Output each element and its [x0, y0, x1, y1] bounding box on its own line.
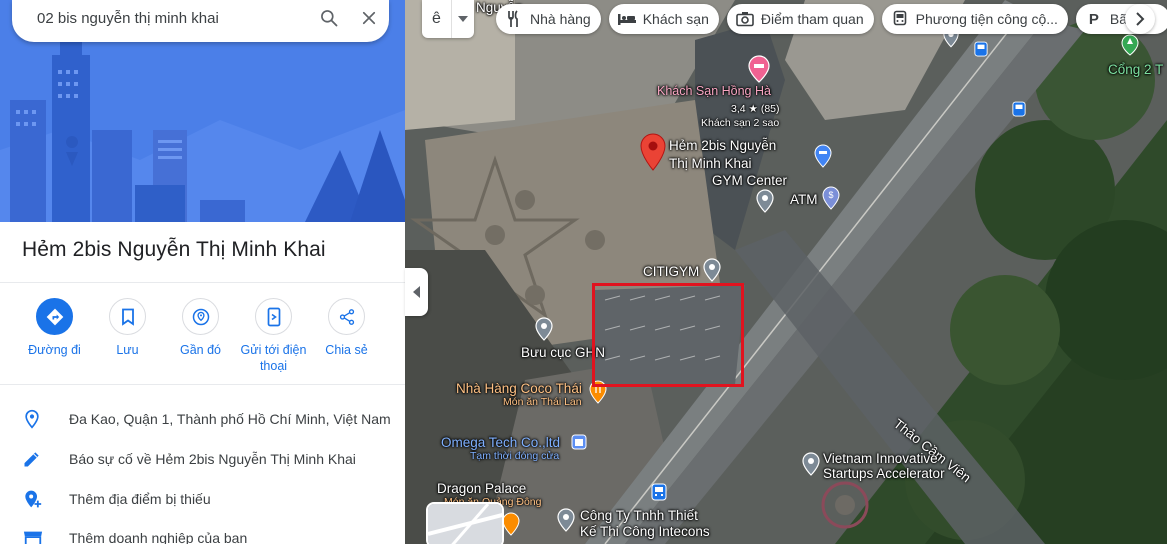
- layer-icon[interactable]: ê: [422, 0, 452, 38]
- place-panel: 02 bis nguyễn thị minh khai Hẻm 2bis Ngu…: [0, 0, 405, 544]
- chip-label: Khách sạn: [642, 11, 709, 27]
- address-row[interactable]: Đa Kao, Quận 1, Thành phố Hồ Chí Minh, V…: [0, 399, 405, 439]
- chip-transit[interactable]: Phương tiện công cộ...: [881, 4, 1068, 34]
- add-location-icon: [0, 488, 69, 510]
- send-to-phone-label: Gửi tới điện thoại: [240, 343, 307, 373]
- add-business-row[interactable]: Thêm doanh nghiệp của bạn: [0, 518, 405, 544]
- map-label-selected-place-2[interactable]: Thị Minh Khai: [669, 156, 752, 171]
- highlight-box: [592, 283, 744, 387]
- svg-text:$: $: [828, 190, 833, 200]
- send-to-phone-icon: [255, 298, 292, 335]
- report-row[interactable]: Báo sự cố về Hẻm 2bis Nguyễn Thị Minh Kh…: [0, 439, 405, 479]
- bus-stop-icon[interactable]: [974, 41, 988, 62]
- bus-stop-icon[interactable]: [1012, 101, 1026, 122]
- chevron-left-icon: [412, 286, 420, 298]
- nearby-label: Gần đó: [179, 343, 221, 357]
- divider: [0, 282, 405, 283]
- transit-icon: [890, 9, 910, 29]
- action-bar: Đường đi Lưu Gần đó Gửi tới điện thoại C…: [18, 298, 393, 374]
- directions-label: Đường đi: [28, 343, 81, 357]
- close-icon[interactable]: [349, 0, 389, 38]
- map-label-omega[interactable]: Omega Tech Co.,ltd: [441, 435, 560, 450]
- chip-attractions[interactable]: Điểm tham quan: [726, 4, 874, 34]
- search-icon[interactable]: [309, 0, 349, 38]
- camera-icon: [735, 9, 755, 29]
- search-box[interactable]: 02 bis nguyễn thị minh khai: [12, 0, 389, 42]
- bus-stop-icon[interactable]: [651, 483, 667, 506]
- map-label-coco-thai[interactable]: Nhà Hàng Coco Thái: [456, 381, 582, 396]
- layer-control[interactable]: ê: [422, 0, 474, 38]
- post-office-pin-icon[interactable]: [535, 317, 553, 346]
- map-label-omega-sub: Tạm thời đóng cửa: [470, 450, 560, 462]
- report-text: Báo sự cố về Hẻm 2bis Nguyễn Thị Minh Kh…: [69, 451, 356, 467]
- layers-thumbnail[interactable]: [426, 502, 504, 544]
- add-business-text: Thêm doanh nghiệp của bạn: [69, 530, 248, 544]
- map-label-intecons-2[interactable]: Kế Thi Công Intecons: [580, 524, 710, 539]
- map-label-hotel[interactable]: Khách Sạn Hồng Hà: [657, 85, 771, 98]
- nearby-button[interactable]: Gần đó: [164, 298, 237, 374]
- storefront-icon: [0, 528, 69, 544]
- map-label-selected-place[interactable]: Hẻm 2bis Nguyễn: [669, 138, 776, 153]
- save-label: Lưu: [116, 343, 139, 357]
- place-pin-icon[interactable]: [756, 189, 774, 218]
- chip-hotels[interactable]: Khách sạn: [608, 4, 719, 34]
- category-chips: Nhà hàng Khách sạn Điểm tham quan Phương…: [496, 4, 1167, 34]
- send-to-phone-button[interactable]: Gửi tới điện thoại: [237, 298, 310, 374]
- map-label-hotel-rating: 3,4 ★ (85): [731, 103, 780, 115]
- add-place-text: Thêm địa điểm bị thiếu: [69, 491, 211, 507]
- chip-label: Nhà hàng: [530, 11, 591, 27]
- location-pin-icon: [0, 408, 69, 430]
- park-pin-icon[interactable]: [1121, 34, 1139, 61]
- chevron-down-icon[interactable]: [452, 0, 474, 38]
- chip-label: Điểm tham quan: [760, 11, 864, 27]
- atm-pin-icon[interactable]: $: [822, 186, 840, 215]
- bookmark-icon: [109, 298, 146, 335]
- share-icon: [328, 298, 365, 335]
- directions-icon: [36, 298, 73, 335]
- map-label-vn-innovative[interactable]: Vietnam Innovative: [823, 451, 938, 466]
- selected-place-pin-icon[interactable]: [640, 133, 666, 176]
- share-label: Chia sẻ: [325, 343, 368, 357]
- business-pin-icon[interactable]: [571, 434, 587, 455]
- place-pin-icon[interactable]: [557, 508, 575, 537]
- parking-icon: P: [1088, 10, 1099, 28]
- map-label-hotel-class: Khách sạn 2 sao: [701, 117, 780, 129]
- add-place-row[interactable]: Thêm địa điểm bị thiếu: [0, 479, 405, 519]
- hotel-icon: [617, 9, 637, 29]
- save-button[interactable]: Lưu: [91, 298, 164, 374]
- share-button[interactable]: Chia sẻ: [310, 298, 383, 374]
- search-input[interactable]: 02 bis nguyễn thị minh khai: [37, 10, 309, 27]
- divider: [0, 384, 405, 385]
- chip-label: Phương tiện công cộ...: [915, 11, 1058, 27]
- address-text: Đa Kao, Quận 1, Thành phố Hồ Chí Minh, V…: [69, 411, 391, 427]
- chevron-right-icon[interactable]: [1125, 4, 1155, 34]
- collapse-panel-button[interactable]: [405, 268, 428, 316]
- restaurant-pin-icon[interactable]: [502, 512, 520, 541]
- pencil-icon: [0, 449, 69, 469]
- place-pin-icon[interactable]: [802, 452, 820, 481]
- map-label-dragon-palace[interactable]: Dragon Palace: [437, 481, 526, 496]
- map-label-citigym[interactable]: CITIGYM: [643, 264, 699, 279]
- restaurant-icon: [504, 9, 524, 29]
- map-label-coco-thai-sub: Món ăn Thái Lan: [503, 396, 582, 408]
- map-label-gym-center[interactable]: GYM Center: [712, 173, 787, 188]
- map-label-vn-innovative-2[interactable]: Startups Accelerator: [823, 466, 945, 481]
- map-label-intecons[interactable]: Công Ty Tnhh Thiết: [580, 508, 698, 523]
- chip-restaurants[interactable]: Nhà hàng: [496, 4, 601, 34]
- gym-pin-icon[interactable]: [814, 144, 832, 173]
- nearby-icon: [182, 298, 219, 335]
- map-label-gate[interactable]: Cổng 2 T: [1108, 62, 1163, 77]
- place-title: Hẻm 2bis Nguyễn Thị Minh Khai: [22, 238, 326, 261]
- map-label-atm[interactable]: ATM: [790, 192, 818, 207]
- directions-button[interactable]: Đường đi: [18, 298, 91, 374]
